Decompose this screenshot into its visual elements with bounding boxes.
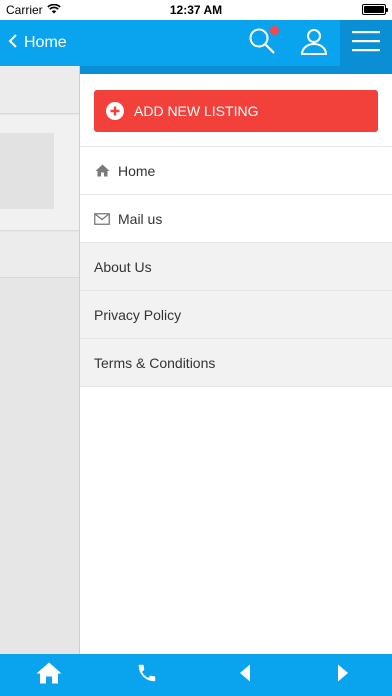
- bottom-phone-button[interactable]: [117, 654, 177, 696]
- bottom-forward-button[interactable]: [313, 654, 373, 696]
- bottom-home-button[interactable]: [19, 654, 79, 696]
- menu-item-about-us[interactable]: About Us: [80, 243, 392, 291]
- menu-item-label: Home: [118, 162, 156, 179]
- background-thumbnail: [0, 133, 54, 209]
- drawer-top-strip: [80, 66, 392, 74]
- menu-item-home[interactable]: Home: [80, 147, 392, 195]
- background-content[interactable]: [0, 66, 79, 654]
- plus-icon: [106, 102, 124, 120]
- mail-icon: [94, 211, 110, 227]
- user-icon: [300, 27, 328, 60]
- menu-item-label: About Us: [94, 258, 152, 275]
- forward-arrow-icon: [337, 664, 349, 687]
- notification-dot: [270, 26, 279, 35]
- search-button[interactable]: [236, 20, 288, 66]
- status-bar: Carrier 12:37 AM: [0, 0, 392, 20]
- header-actions: [236, 20, 392, 66]
- background-row: [0, 232, 79, 278]
- add-listing-section: ADD NEW LISTING: [80, 74, 392, 147]
- back-label: Home: [24, 34, 67, 51]
- background-row: [0, 66, 79, 114]
- menu-item-mail-us[interactable]: Mail us: [80, 195, 392, 243]
- menu-item-label: Mail us: [118, 210, 163, 227]
- account-button[interactable]: [288, 20, 340, 66]
- bottom-back-button[interactable]: [215, 654, 275, 696]
- chevron-left-icon: [8, 33, 18, 53]
- add-listing-label: ADD NEW LISTING: [134, 103, 259, 119]
- carrier-label: Carrier: [6, 3, 43, 17]
- background-card: [0, 115, 79, 231]
- menu-button[interactable]: [340, 20, 392, 66]
- menu-item-label: Terms & Conditions: [94, 354, 216, 371]
- header: Home: [0, 20, 392, 66]
- add-listing-button[interactable]: ADD NEW LISTING: [94, 90, 378, 132]
- wifi-icon: [46, 3, 61, 17]
- hamburger-icon: [352, 30, 380, 57]
- back-arrow-icon: [239, 664, 251, 687]
- menu-item-terms-conditions[interactable]: Terms & Conditions: [80, 339, 392, 387]
- back-button[interactable]: Home: [0, 20, 67, 66]
- battery-icon: [362, 4, 388, 15]
- status-left: Carrier: [0, 3, 61, 17]
- home-icon: [94, 163, 110, 179]
- bottom-toolbar: [0, 654, 392, 696]
- menu-item-privacy-policy[interactable]: Privacy Policy: [80, 291, 392, 339]
- side-drawer: ADD NEW LISTING Home Mail us About Us Pr…: [79, 66, 392, 654]
- phone-icon: [136, 662, 158, 689]
- home-icon: [36, 662, 62, 689]
- menu-item-label: Privacy Policy: [94, 306, 182, 323]
